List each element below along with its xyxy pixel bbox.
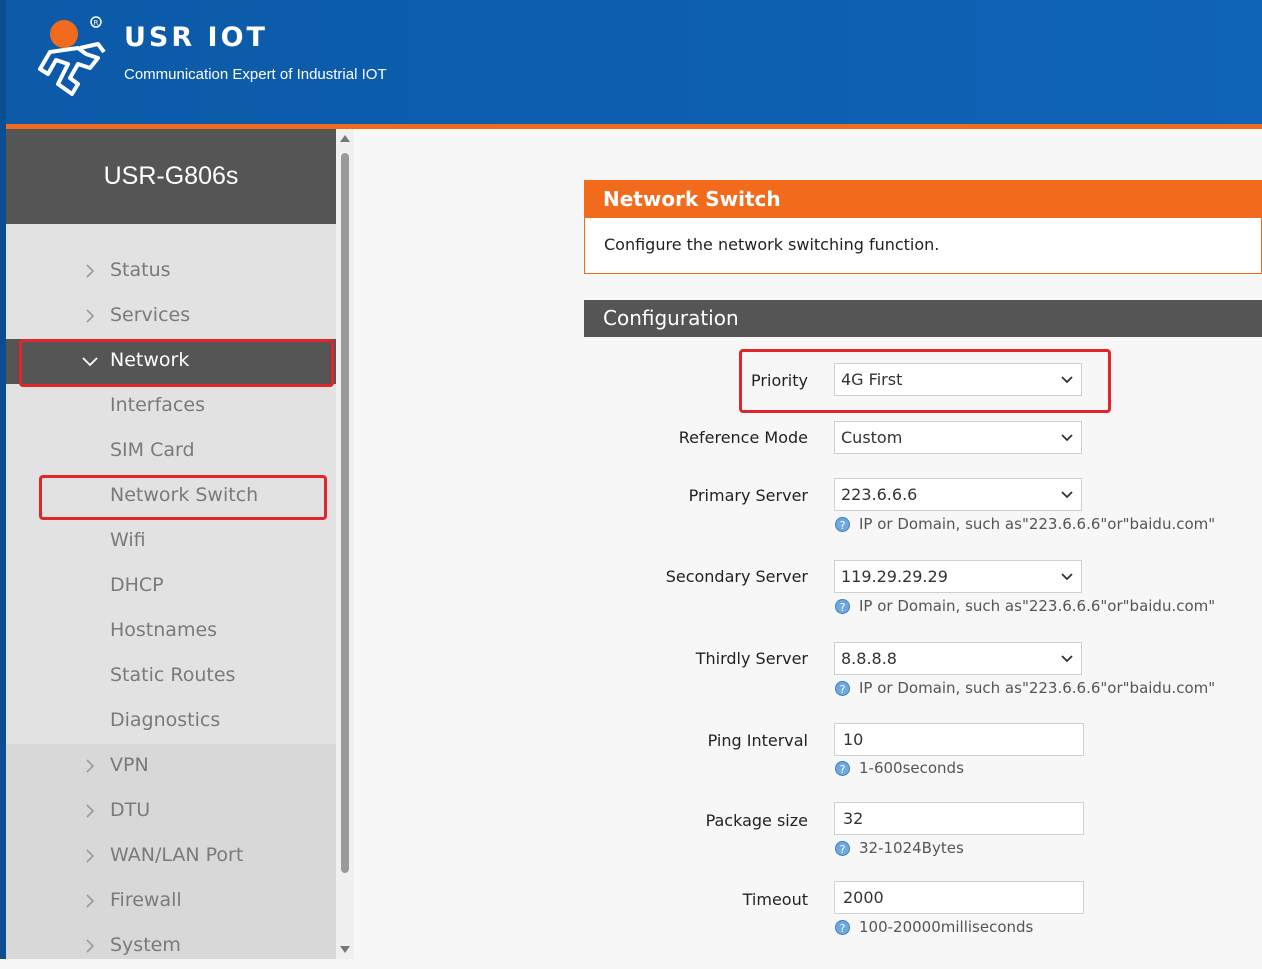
- sidebar-item-label: Firewall: [110, 889, 182, 911]
- section-header: Configuration: [584, 300, 1262, 337]
- timeout-input[interactable]: 2000: [834, 881, 1084, 914]
- thirdly-server-select[interactable]: 8.8.8.8: [834, 642, 1082, 675]
- secondary-server-select[interactable]: 119.29.29.29: [834, 560, 1082, 593]
- sidebar-item-diagnostics[interactable]: Diagnostics: [6, 699, 336, 744]
- hint-text: IP or Domain, such as"223.6.6.6"or"baidu…: [859, 679, 1216, 697]
- device-name: USR-G806s: [6, 129, 336, 224]
- sidebar-item-static-routes[interactable]: Static Routes: [6, 654, 336, 699]
- sidebar-item-label: VPN: [110, 754, 149, 776]
- ping-interval-input[interactable]: 10: [834, 723, 1084, 756]
- thirdly-server-hint: ? IP or Domain, such as"223.6.6.6"or"baid…: [835, 679, 1215, 697]
- reference-mode-label: Reference Mode: [678, 428, 808, 447]
- sidebar-item-label: DHCP: [110, 574, 164, 596]
- sidebar-item-firewall[interactable]: Firewall: [6, 879, 336, 924]
- package-size-value: 32: [843, 809, 864, 828]
- primary-server-value: 223.6.6.6: [841, 485, 918, 504]
- chevron-right-icon: [86, 804, 95, 818]
- brand-name: USR IOT: [124, 22, 268, 53]
- usr-iot-logo: R: [38, 16, 106, 96]
- main-content: Network Switch Configure the network swi…: [354, 129, 1262, 959]
- page-title-text: Network Switch: [603, 187, 781, 211]
- thirdly-server-value: 8.8.8.8: [841, 649, 897, 668]
- primary-server-label: Primary Server: [688, 486, 808, 505]
- svg-text:R: R: [94, 19, 99, 27]
- hint-text: 1-600seconds: [859, 759, 964, 777]
- highlight-network-switch: [39, 475, 327, 520]
- reference-mode-select[interactable]: Custom: [834, 421, 1082, 454]
- page-description: Configure the network switching function…: [584, 218, 1262, 274]
- page-description-text: Configure the network switching function…: [604, 235, 940, 254]
- hint-text: 32-1024Bytes: [859, 839, 964, 857]
- help-icon: ?: [835, 681, 850, 696]
- chevron-down-icon: [1061, 573, 1073, 581]
- section-title: Configuration: [603, 306, 739, 330]
- sidebar-item-label: Status: [110, 259, 171, 281]
- timeout-label: Timeout: [742, 890, 808, 909]
- sidebar-item-label: Services: [110, 304, 191, 326]
- sidebar-scrollbar[interactable]: [336, 129, 354, 959]
- sidebar-item-dtu[interactable]: DTU: [6, 789, 336, 834]
- hint-text: IP or Domain, such as"223.6.6.6"or"baidu…: [859, 515, 1216, 533]
- chevron-right-icon: [86, 939, 95, 953]
- package-size-hint: ? 32-1024Bytes: [835, 839, 964, 857]
- chevron-right-icon: [86, 849, 95, 863]
- help-icon: ?: [835, 599, 850, 614]
- help-icon: ?: [835, 841, 850, 856]
- ping-interval-hint: ? 1-600seconds: [835, 759, 964, 777]
- chevron-down-icon: [1061, 434, 1073, 442]
- sidebar-item-label: Wifi: [110, 529, 146, 551]
- sidebar-item-label: WAN/LAN Port: [110, 844, 244, 866]
- app-header: R USR IOT Communication Expert of Indust…: [0, 0, 1262, 959]
- scroll-up-icon[interactable]: [340, 135, 350, 142]
- chevron-right-icon: [86, 894, 95, 908]
- sidebar-item-label: Static Routes: [110, 664, 236, 686]
- hint-text: 100-20000milliseconds: [859, 918, 1034, 936]
- package-size-input[interactable]: 32: [834, 802, 1084, 835]
- help-icon: ?: [835, 517, 850, 532]
- reference-mode-value: Custom: [841, 428, 903, 447]
- sidebar-item-sim-card[interactable]: SIM Card: [6, 429, 336, 474]
- secondary-server-label: Secondary Server: [665, 567, 808, 586]
- highlight-network: [19, 339, 334, 387]
- primary-server-select[interactable]: 223.6.6.6: [834, 478, 1082, 511]
- timeout-value: 2000: [843, 888, 884, 907]
- sidebar-item-label: DTU: [110, 799, 151, 821]
- ping-interval-label: Ping Interval: [707, 731, 808, 750]
- primary-server-hint: ? IP or Domain, such as"223.6.6.6"or"baid…: [835, 515, 1215, 533]
- sidebar-item-label: Hostnames: [110, 619, 218, 641]
- sidebar-item-label: SIM Card: [110, 439, 195, 461]
- sidebar-item-interfaces[interactable]: Interfaces: [6, 384, 336, 429]
- chevron-right-icon: [86, 759, 95, 773]
- scroll-down-icon[interactable]: [340, 946, 350, 953]
- scrollbar-thumb[interactable]: [341, 153, 349, 873]
- sidebar-item-vpn[interactable]: VPN: [6, 744, 336, 789]
- sidebar-item-wifi[interactable]: Wifi: [6, 519, 336, 564]
- help-icon: ?: [835, 920, 850, 935]
- brand-tagline: Communication Expert of Industrial IOT: [124, 66, 387, 83]
- sidebar-item-label: System: [110, 934, 181, 956]
- package-size-label: Package size: [705, 811, 808, 830]
- secondary-server-hint: ? IP or Domain, such as"223.6.6.6"or"baid…: [835, 597, 1215, 615]
- sidebar-item-wan-lan-port[interactable]: WAN/LAN Port: [6, 834, 336, 879]
- chevron-down-icon: [1061, 655, 1073, 663]
- chevron-right-icon: [86, 309, 95, 323]
- highlight-priority: [739, 349, 1111, 413]
- sidebar-item-services[interactable]: Services: [6, 294, 336, 339]
- help-icon: ?: [835, 761, 850, 776]
- secondary-server-value: 119.29.29.29: [841, 567, 948, 586]
- timeout-hint: ? 100-20000milliseconds: [835, 918, 1033, 936]
- ping-interval-value: 10: [843, 730, 864, 749]
- hint-text: IP or Domain, such as"223.6.6.6"or"baidu…: [859, 597, 1216, 615]
- page-title: Network Switch: [584, 180, 1262, 218]
- sidebar-item-status[interactable]: Status: [6, 249, 336, 294]
- sidebar-item-label: Interfaces: [110, 394, 205, 416]
- thirdly-server-label: Thirdly Server: [695, 649, 808, 668]
- sidebar-item-dhcp[interactable]: DHCP: [6, 564, 336, 609]
- sidebar-item-label: Diagnostics: [110, 709, 221, 731]
- sidebar-item-hostnames[interactable]: Hostnames: [6, 609, 336, 654]
- chevron-right-icon: [86, 264, 95, 278]
- sidebar: USR-G806s Status Services Network Interf…: [6, 129, 336, 959]
- chevron-down-icon: [1061, 491, 1073, 499]
- sidebar-item-system[interactable]: System: [6, 924, 336, 969]
